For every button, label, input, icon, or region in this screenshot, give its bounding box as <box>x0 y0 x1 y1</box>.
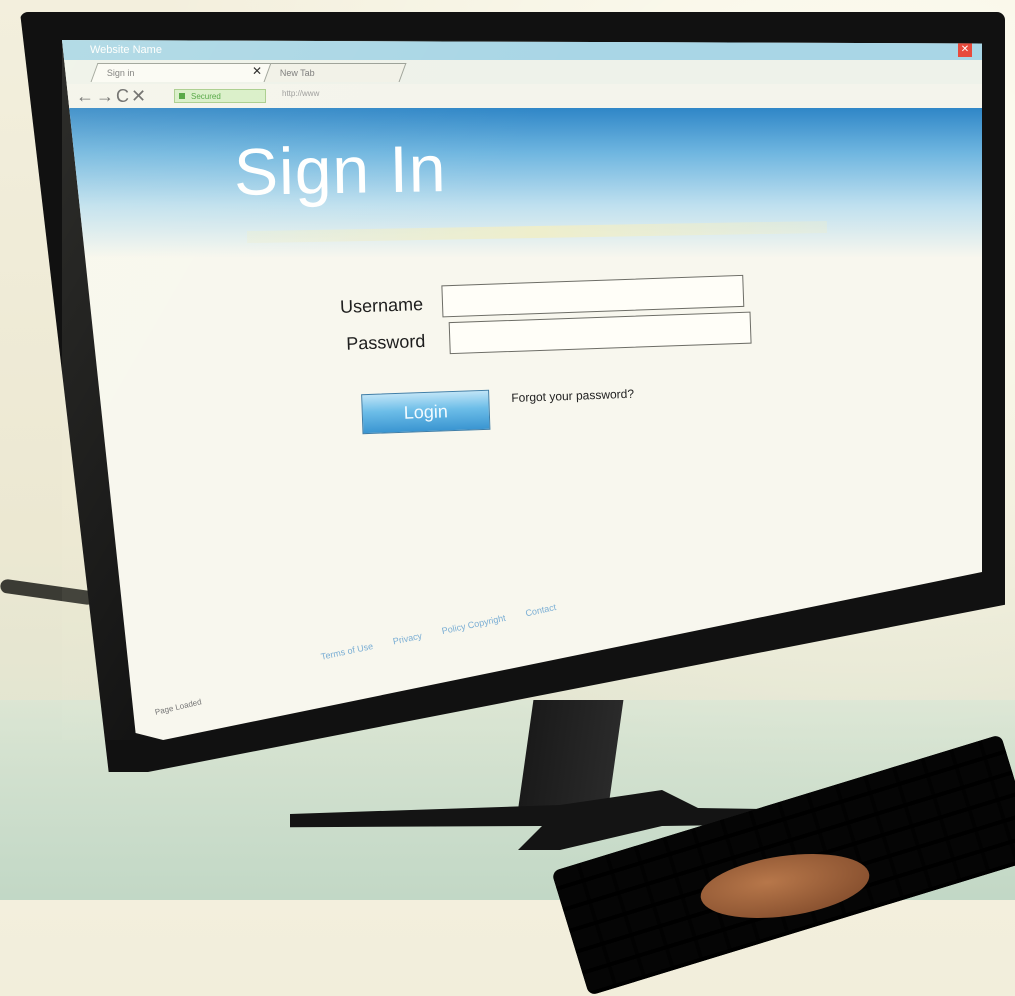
forgot-password-link[interactable]: Forgot your password? <box>511 387 634 405</box>
username-input[interactable] <box>441 274 745 318</box>
password-input[interactable] <box>448 311 752 355</box>
login-button[interactable]: Login <box>361 389 491 435</box>
username-label: Username <box>339 294 424 317</box>
password-label: Password <box>346 330 426 354</box>
